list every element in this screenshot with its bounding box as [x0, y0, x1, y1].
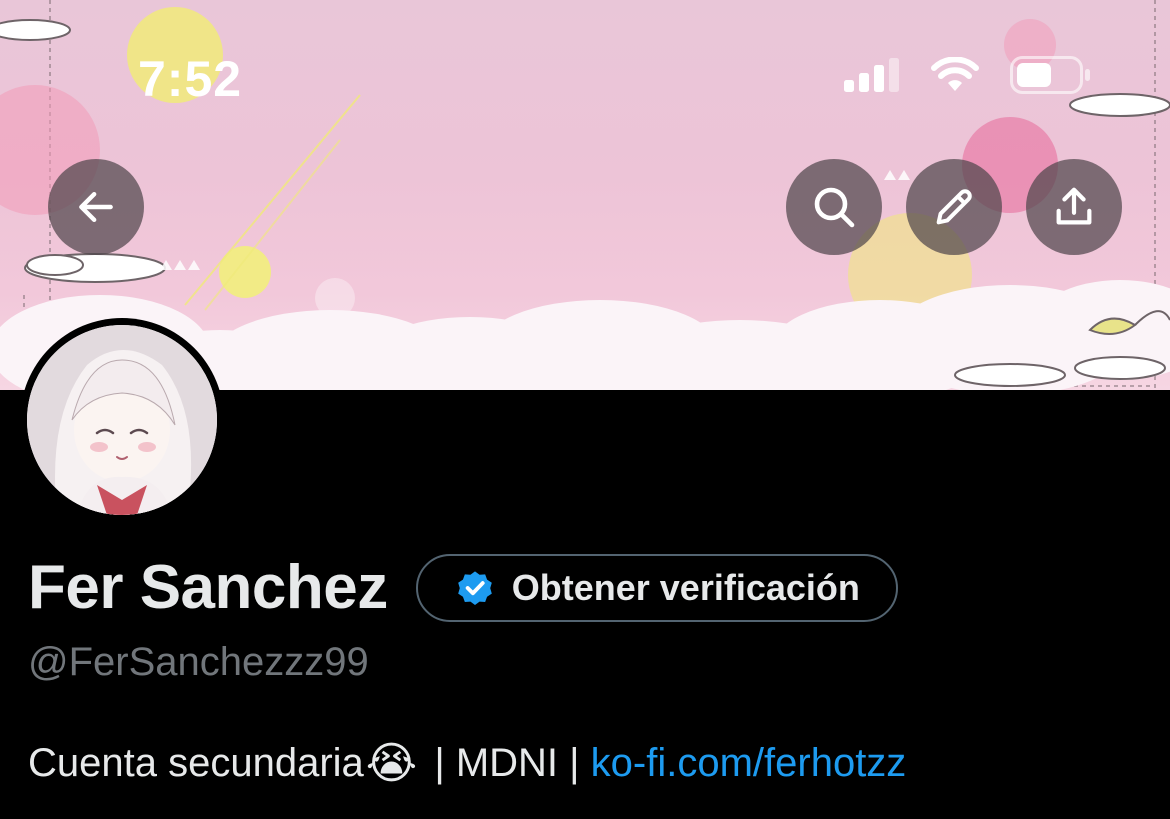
- battery-icon: [1010, 56, 1090, 94]
- back-button[interactable]: [48, 159, 144, 255]
- bio-separator-text: | MDNI |: [423, 741, 591, 785]
- profile-bio: Cuenta secundaria 😭 | MDNI | ko-fi.com/f…: [28, 738, 906, 789]
- edit-button[interactable]: [906, 159, 1002, 255]
- verified-badge-icon: [457, 571, 492, 605]
- cellular-signal-icon: [844, 58, 899, 92]
- get-verified-button[interactable]: Obtener verificación: [415, 554, 898, 622]
- crying-face-emoji: 😭: [365, 738, 418, 789]
- avatar-image: [27, 325, 217, 515]
- status-bar-time: 7:52: [138, 51, 243, 107]
- display-name: Fer Sanchez: [28, 553, 388, 622]
- pencil-icon: [936, 189, 972, 225]
- search-icon: [814, 187, 855, 228]
- share-upload-icon: [1056, 187, 1092, 225]
- profile-screen: 7:52 Fer Sanchez Obtener verificación @F…: [0, 0, 1170, 819]
- share-button[interactable]: [1026, 159, 1122, 255]
- arrow-left-icon: [79, 191, 113, 223]
- username-handle: @FerSanchezzz99: [28, 640, 369, 684]
- bio-link[interactable]: ko-fi.com/ferhotzz: [591, 741, 907, 786]
- status-bar-icons: [844, 56, 1092, 94]
- bio-text: Cuenta secundaria: [28, 741, 364, 785]
- get-verified-label: Obtener verificación: [511, 567, 860, 608]
- search-button[interactable]: [786, 159, 882, 255]
- wifi-icon: [931, 57, 979, 91]
- avatar[interactable]: [20, 318, 224, 522]
- profile-name-row: Fer Sanchez Obtener verificación: [28, 552, 898, 624]
